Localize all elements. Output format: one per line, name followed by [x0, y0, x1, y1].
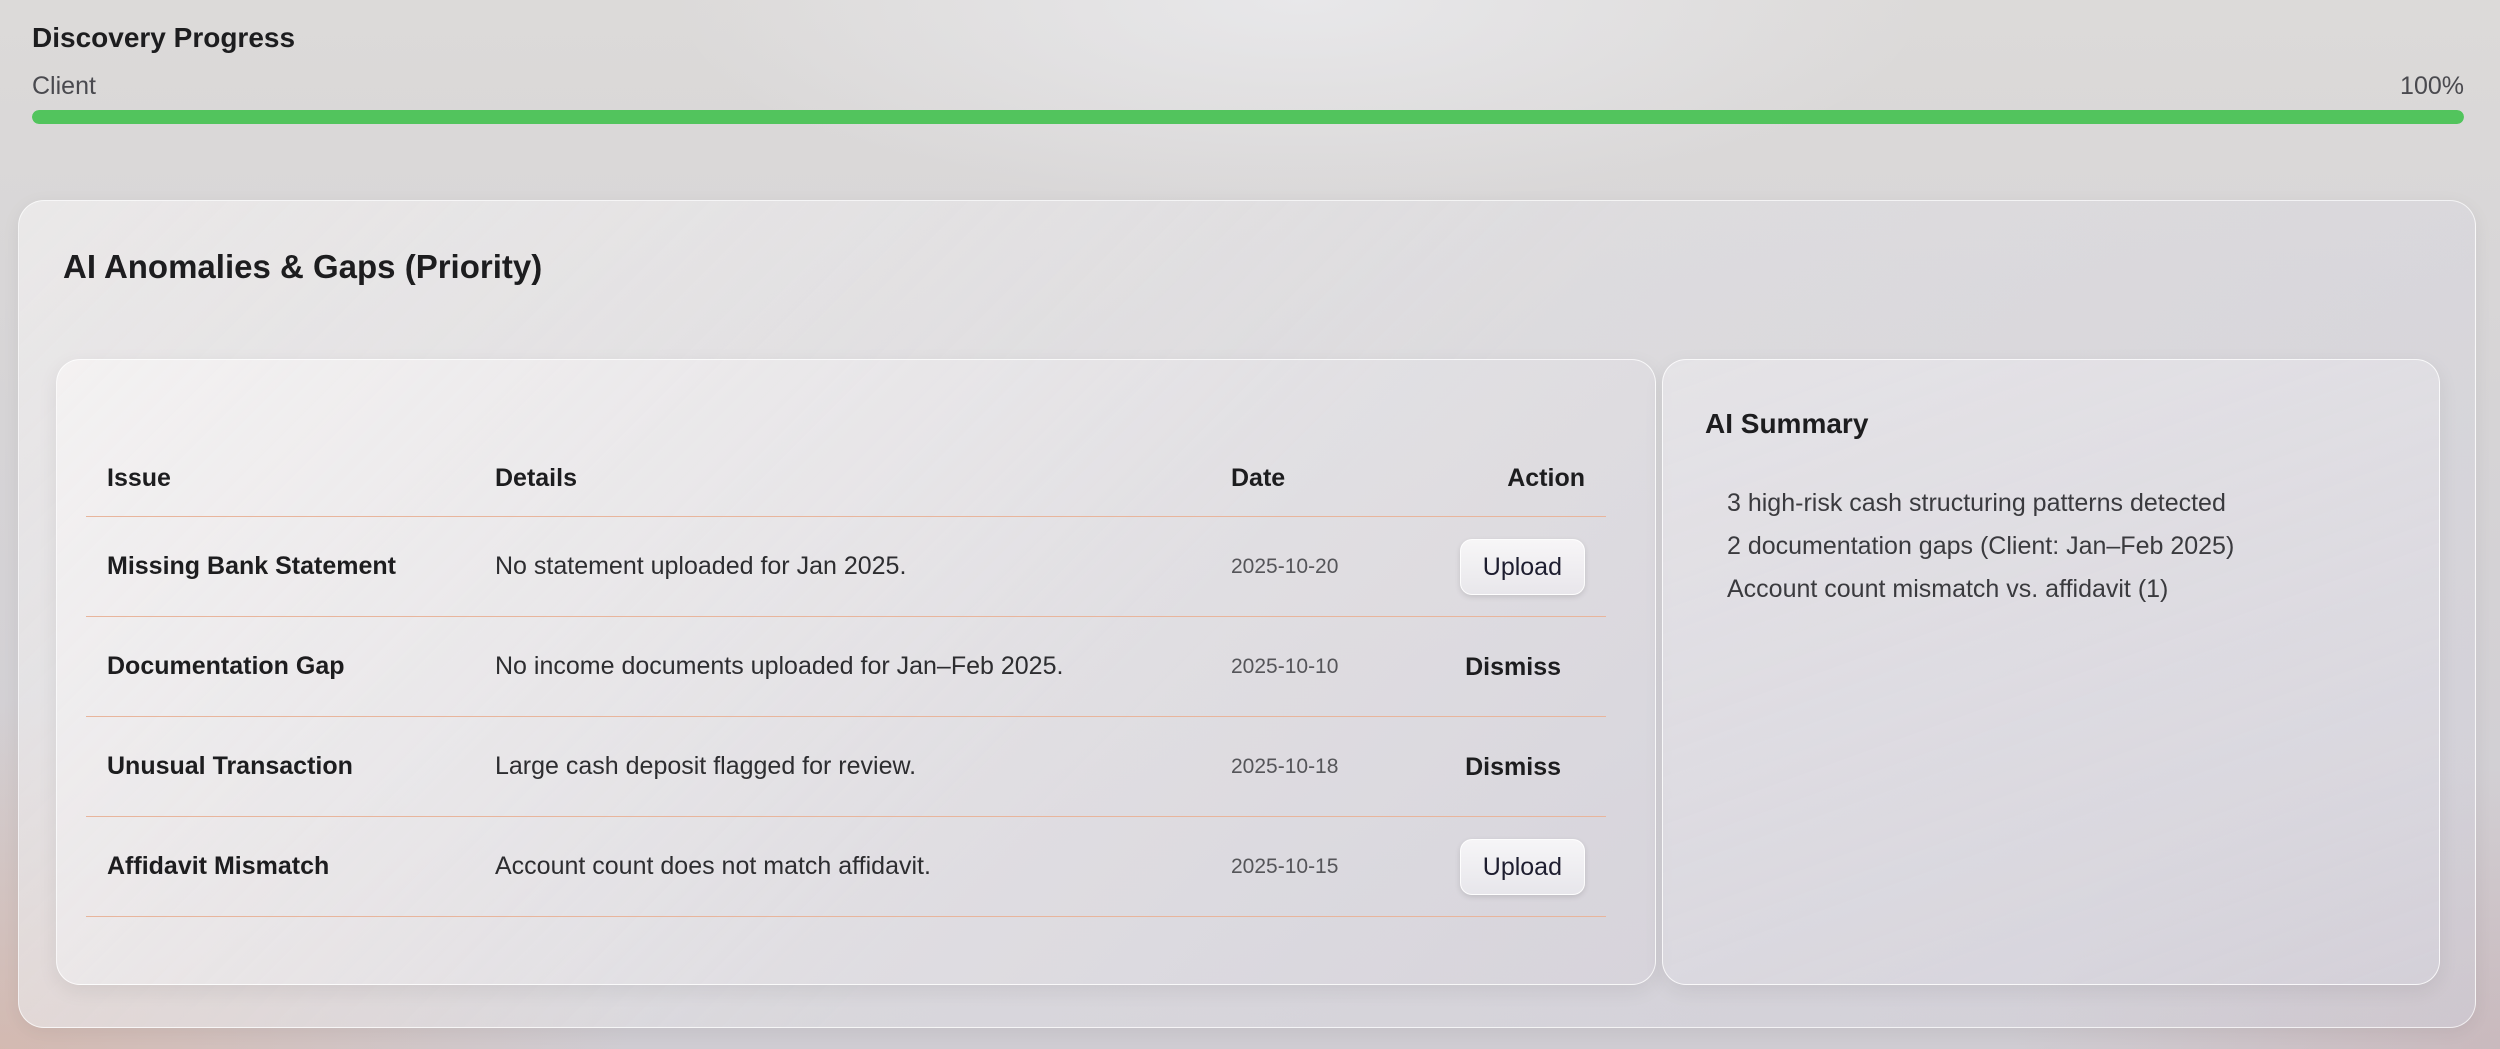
table-row: Unusual Transaction Large cash deposit f…	[86, 716, 1606, 817]
progress-label: Client	[32, 71, 96, 100]
issue-cell: Documentation Gap	[86, 616, 474, 717]
dismiss-button[interactable]: Dismiss	[1443, 740, 1583, 794]
anomalies-title: AI Anomalies & Gaps (Priority)	[63, 248, 543, 285]
progress-row: Client 100%	[32, 66, 2464, 106]
details-cell: No statement uploaded for Jan 2025.	[474, 516, 1210, 617]
summary-item: 2 documentation gaps (Client: Jan–Feb 20…	[1727, 532, 2235, 560]
dismiss-button[interactable]: Dismiss	[1443, 640, 1583, 694]
action-cell: Upload	[1421, 516, 1606, 617]
date-cell: 2025-10-10	[1210, 616, 1421, 717]
action-cell: Dismiss	[1421, 616, 1606, 717]
summary-title: AI Summary	[1705, 408, 1869, 439]
action-cell: Upload	[1421, 816, 1606, 917]
progress-percent: 100%	[2400, 71, 2464, 100]
table-row: Missing Bank Statement No statement uplo…	[86, 516, 1606, 617]
column-header-details: Details	[474, 440, 1210, 517]
table-row: Affidavit Mismatch Account count does no…	[86, 816, 1606, 917]
details-cell: No income documents uploaded for Jan–Feb…	[474, 616, 1210, 717]
issue-cell: Missing Bank Statement	[86, 516, 474, 617]
discovery-progress-section: Discovery Progress Client 100%	[32, 18, 2464, 124]
anomalies-card: AI Anomalies & Gaps (Priority) Issue Det…	[18, 200, 2476, 1028]
table-row: Documentation Gap No income documents up…	[86, 616, 1606, 717]
summary-item: 3 high-risk cash structuring patterns de…	[1727, 489, 2226, 517]
progress-title: Discovery Progress	[32, 22, 296, 53]
details-cell: Large cash deposit flagged for review.	[474, 716, 1210, 817]
upload-button[interactable]: Upload	[1459, 538, 1585, 595]
issue-cell: Affidavit Mismatch	[86, 816, 474, 917]
progress-bar-fill	[32, 110, 2464, 124]
anomalies-table: Issue Details Date Action Missing Bank S…	[86, 440, 1606, 917]
anomalies-table-card: Issue Details Date Action Missing Bank S…	[56, 359, 1656, 985]
date-cell: 2025-10-20	[1210, 516, 1421, 617]
ai-summary-card: AI Summary 3 high-risk cash structuring …	[1662, 359, 2440, 985]
summary-list: 3 high-risk cash structuring patterns de…	[1727, 482, 2234, 611]
column-header-issue: Issue	[86, 440, 474, 517]
action-cell: Dismiss	[1421, 716, 1606, 817]
column-header-date: Date	[1210, 440, 1421, 517]
column-header-action: Action	[1421, 440, 1606, 517]
summary-item: Account count mismatch vs. affidavit (1)	[1727, 575, 2169, 603]
upload-button[interactable]: Upload	[1459, 838, 1585, 895]
table-header-row: Issue Details Date Action	[86, 440, 1606, 517]
details-cell: Account count does not match affidavit.	[474, 816, 1210, 917]
date-cell: 2025-10-15	[1210, 816, 1421, 917]
progress-bar-track	[32, 110, 2464, 124]
issue-cell: Unusual Transaction	[86, 716, 474, 817]
date-cell: 2025-10-18	[1210, 716, 1421, 817]
